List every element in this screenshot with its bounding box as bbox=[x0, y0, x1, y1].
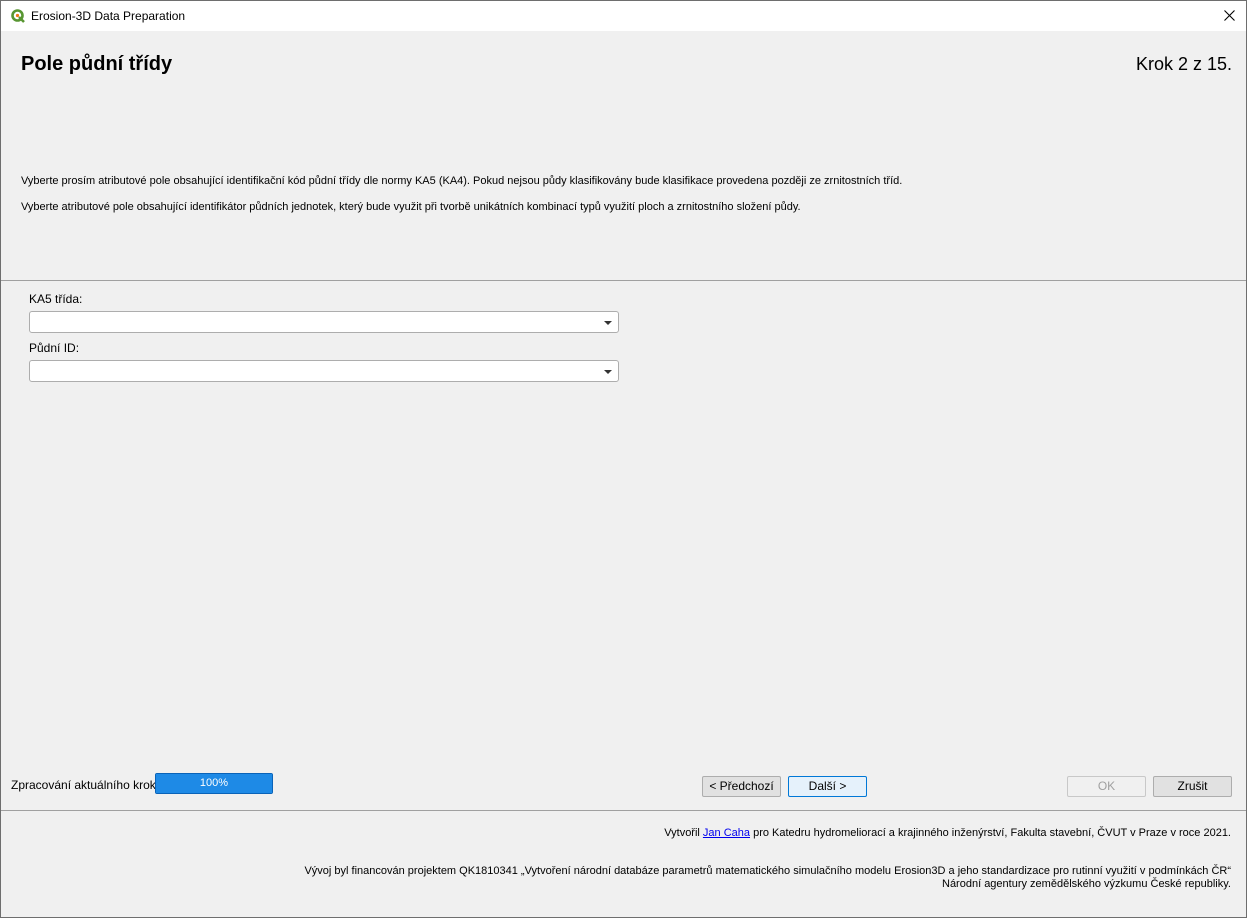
cancel-button[interactable]: Zrušit bbox=[1153, 776, 1232, 797]
ka5-class-label: KA5 třída: bbox=[29, 292, 83, 306]
credits-suffix: pro Katedru hydromeliorací a krajinného … bbox=[750, 827, 1231, 839]
step-indicator: Krok 2 z 15. bbox=[1135, 54, 1232, 74]
credits-prefix: Vytvořil bbox=[664, 827, 703, 839]
title-bar: Erosion-3D Data Preparation bbox=[1, 1, 1246, 31]
wizard-header: Pole půdní třídy Krok 2 z 15. Vyberte pr… bbox=[1, 31, 1246, 281]
funding-text: Vývoj byl financován projektem QK1810341… bbox=[304, 865, 1231, 891]
ka5-class-combobox[interactable] bbox=[29, 311, 619, 333]
qgis-icon bbox=[11, 9, 25, 23]
chevron-down-icon bbox=[604, 321, 612, 325]
page-title: Pole půdní třídy bbox=[21, 53, 173, 75]
funding-line-2: Národní agentury zemědělského výzkumu Če… bbox=[942, 878, 1231, 890]
close-button[interactable] bbox=[1212, 1, 1246, 31]
header-divider bbox=[1, 280, 1246, 281]
wizard-window: Erosion-3D Data Preparation Pole půdní t… bbox=[0, 0, 1247, 918]
soil-id-label: Půdní ID: bbox=[29, 341, 80, 355]
footer-divider bbox=[1, 810, 1246, 811]
chevron-down-icon bbox=[604, 370, 612, 374]
next-button[interactable]: Další > bbox=[788, 776, 867, 797]
description-text: Vyberte prosím atributové pole obsahujíc… bbox=[21, 175, 903, 187]
close-icon bbox=[1223, 10, 1235, 21]
previous-button[interactable]: < Předchozí bbox=[702, 776, 781, 797]
description-text-2: Vyberte atributové pole obsahující ident… bbox=[21, 201, 801, 213]
author-link[interactable]: Jan Caha bbox=[703, 827, 750, 839]
ok-button[interactable]: OK bbox=[1067, 776, 1146, 797]
progress-bar: 100% bbox=[155, 773, 273, 794]
window-title: Erosion-3D Data Preparation bbox=[31, 9, 186, 23]
credits-text: Vytvořil Jan Caha pro Katedru hydromelio… bbox=[664, 826, 1231, 840]
funding-line-1: Vývoj byl financován projektem QK1810341… bbox=[304, 865, 1231, 877]
soil-id-combobox[interactable] bbox=[29, 360, 619, 382]
progress-label: Zpracování aktuálního kroku: bbox=[11, 778, 166, 792]
progress-text: 100% bbox=[199, 777, 229, 789]
